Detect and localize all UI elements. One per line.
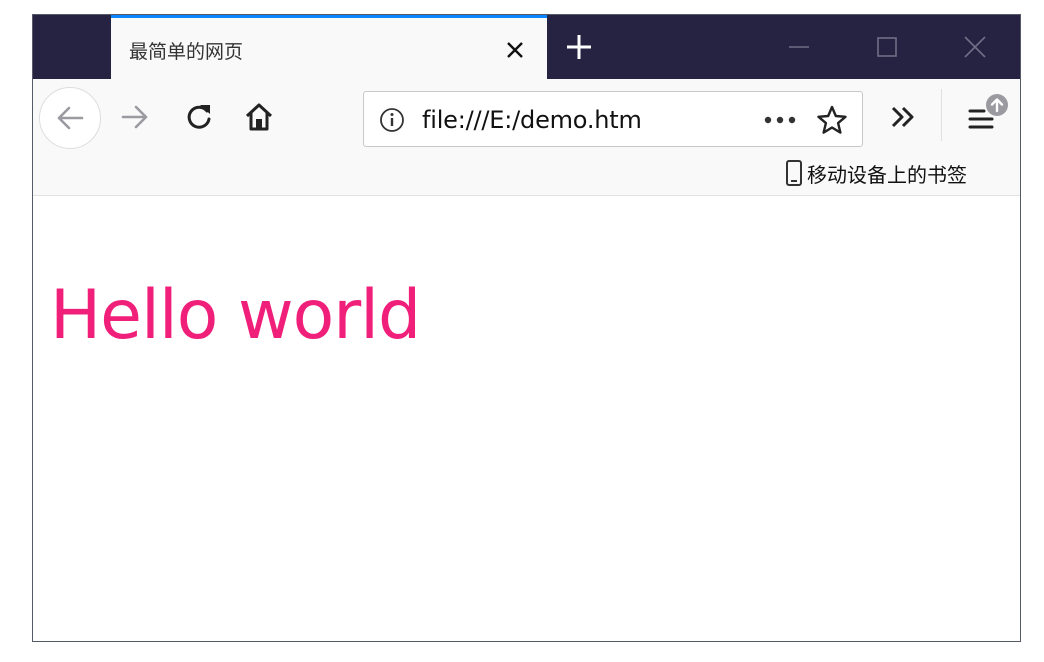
star-icon <box>817 105 847 134</box>
browser-window: 最简单的网页 file:///E:/demo.htm 移动设备上的书签 Hell… <box>32 14 1021 642</box>
url-text[interactable]: file:///E:/demo.htm <box>422 106 642 134</box>
toolbar-overflow-button[interactable] <box>885 99 921 135</box>
bookmark-star-button[interactable] <box>814 102 850 138</box>
minimize-button[interactable] <box>781 29 817 65</box>
site-info-button[interactable] <box>378 106 406 134</box>
mobile-device-icon <box>786 160 802 186</box>
close-icon <box>507 42 523 58</box>
reload-button[interactable] <box>181 99 217 135</box>
new-tab-button[interactable] <box>561 29 597 65</box>
maximize-icon <box>877 37 897 57</box>
info-icon <box>380 108 404 132</box>
reload-icon <box>187 105 211 129</box>
page-heading: Hello world <box>50 276 421 355</box>
back-arrow-icon <box>57 106 84 130</box>
tab-bar: 最简单的网页 <box>33 15 1020 79</box>
tab-title: 最简单的网页 <box>129 41 244 63</box>
minimize-icon <box>789 46 809 48</box>
update-badge-icon <box>986 94 1008 116</box>
home-button[interactable] <box>241 99 277 135</box>
ellipsis-icon <box>764 116 796 124</box>
plus-icon <box>567 35 591 59</box>
window-close-button[interactable] <box>957 29 993 65</box>
back-button[interactable] <box>39 87 101 149</box>
navigation-toolbar: file:///E:/demo.htm <box>33 79 1020 149</box>
home-icon <box>245 103 273 131</box>
mobile-bookmarks-label: 移动设备上的书签 <box>807 162 967 187</box>
forward-button[interactable] <box>117 99 153 135</box>
bookmarks-toolbar: 移动设备上的书签 <box>33 149 1020 196</box>
app-menu-button[interactable] <box>963 93 1009 139</box>
forward-arrow-icon <box>121 105 148 129</box>
mobile-bookmarks-folder[interactable]: 移动设备上的书签 <box>785 159 967 187</box>
tab-close-button[interactable] <box>499 34 531 66</box>
window-close-icon <box>964 36 986 58</box>
maximize-button[interactable] <box>869 29 905 65</box>
page-actions-button[interactable] <box>760 104 800 136</box>
address-bar[interactable]: file:///E:/demo.htm <box>363 91 863 147</box>
toolbar-divider <box>941 89 942 141</box>
page-content: Hello world <box>33 197 1020 641</box>
tab-active[interactable]: 最简单的网页 <box>111 15 547 79</box>
chevrons-right-icon <box>891 106 914 128</box>
